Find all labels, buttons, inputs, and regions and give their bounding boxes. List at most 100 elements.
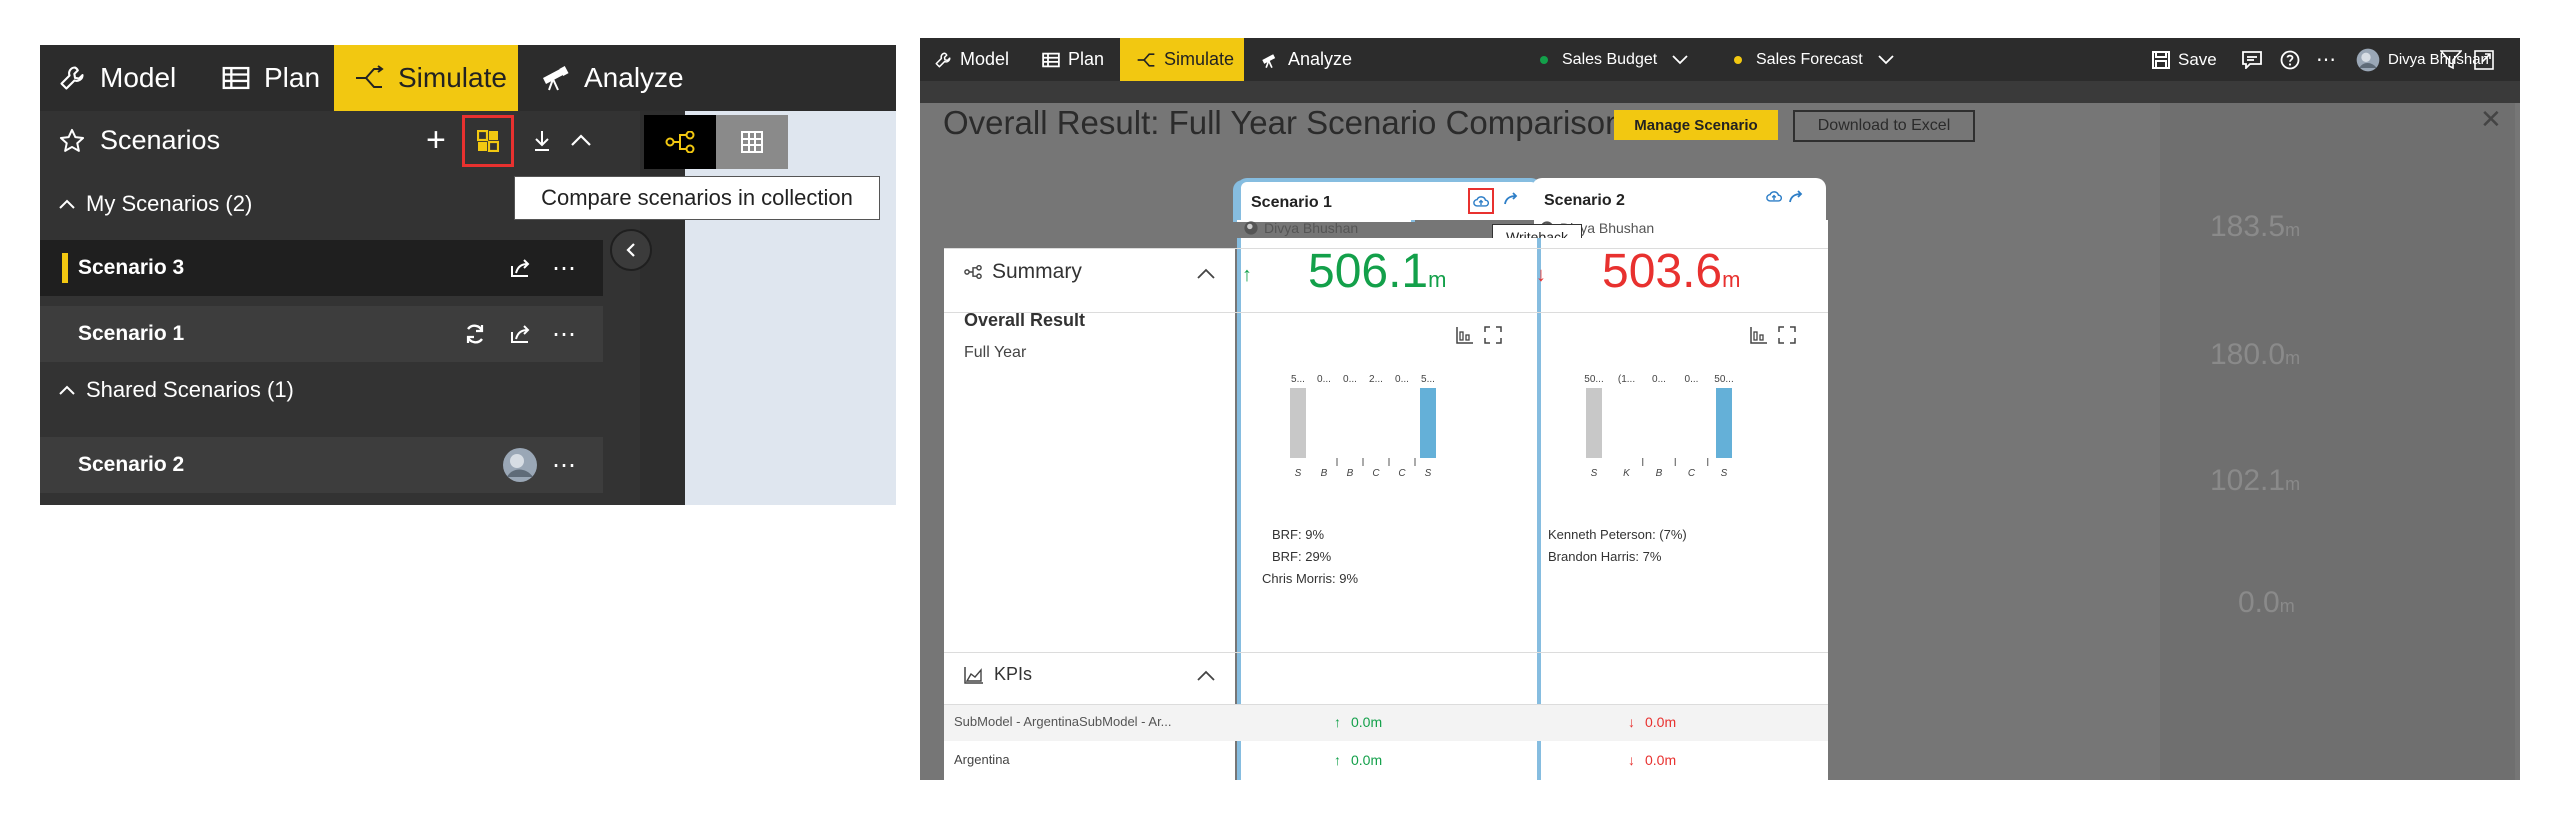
more-icon[interactable]: ⋯	[552, 306, 576, 362]
nav-tab-plan[interactable]: Plan	[1042, 38, 1132, 81]
nav-tab-simulate[interactable]: Simulate	[334, 45, 518, 111]
tick-label: 5...	[1421, 374, 1435, 385]
scenario-1-waterfall-chart: 5... 0... 0... 2... 0... 5... S B B C C S	[1290, 374, 1436, 479]
budget-selector[interactable]: Sales Budget	[1540, 38, 1689, 81]
refresh-icon[interactable]	[464, 306, 486, 362]
expand-icon[interactable]	[2474, 38, 2494, 81]
down-arrow-icon: ↓	[1536, 264, 1546, 286]
download-icon[interactable]	[532, 129, 552, 153]
tick-label: 0...	[1343, 374, 1357, 385]
scenarios-panel: Scenarios + My Scenarios (2) Scenario 3	[40, 111, 640, 505]
chevron-up-icon[interactable]	[1196, 268, 1216, 280]
manage-scenario-button[interactable]: Manage Scenario	[1614, 110, 1778, 140]
collapse-strip	[640, 111, 685, 505]
summary-header[interactable]: Summary	[964, 260, 1082, 284]
comment-icon[interactable]	[2242, 38, 2262, 81]
simulate-icon	[1136, 51, 1156, 69]
share-icon[interactable]	[510, 306, 532, 362]
table-icon	[1042, 52, 1060, 68]
scenario-2-value: 503.6m	[1602, 245, 1741, 298]
filter-icon[interactable]	[2440, 38, 2462, 81]
tick-label: 0...	[1395, 374, 1409, 385]
background-value: 180.0m	[2210, 338, 2301, 371]
chart-type-icon[interactable]	[1456, 326, 1474, 344]
kpi-value: ↓ 0.0m	[1628, 752, 1677, 768]
row-divider	[944, 312, 1828, 313]
expand-icon[interactable]	[1778, 326, 1796, 344]
expand-icon[interactable]	[1484, 326, 1502, 344]
nav-tab-analyze[interactable]: Analyze	[1260, 38, 1370, 81]
wrench-icon	[58, 64, 86, 92]
up-arrow-icon: ↑	[1334, 714, 1341, 730]
collapse-panel-button[interactable]	[610, 229, 652, 271]
cloud-upload-icon	[1473, 195, 1489, 208]
share-arrow-icon[interactable]	[1788, 190, 1804, 204]
start-bar	[1586, 388, 1602, 458]
save-label: Save	[2178, 49, 2217, 69]
download-excel-button[interactable]: Download to Excel	[1793, 110, 1975, 142]
driver-item: Kenneth Peterson: (7%)	[1548, 527, 1687, 542]
compare-tooltip: Compare scenarios in collection	[514, 176, 880, 220]
section-label: My Scenarios (2)	[86, 191, 253, 216]
save-button[interactable]: Save	[2152, 38, 2217, 81]
tick-label: 2...	[1369, 374, 1383, 385]
scenario-label: Scenario 1	[78, 322, 185, 345]
more-icon[interactable]: ⋯	[552, 240, 576, 296]
area-chart-icon	[964, 666, 984, 684]
tick-label: 5...	[1291, 374, 1305, 385]
kpi-value: ↑ 0.0m	[1334, 752, 1383, 768]
chevron-down-icon	[1877, 54, 1895, 66]
tick-label: (1...	[1618, 374, 1635, 385]
forecast-selector[interactable]: Sales Forecast	[1734, 38, 1895, 81]
budget-label: Sales Budget	[1562, 50, 1658, 68]
scenario-row[interactable]: Scenario 3 ⋯	[40, 240, 603, 296]
scenario-name: Scenario 1	[1251, 194, 1332, 211]
cloud-upload-icon[interactable]	[1766, 190, 1782, 203]
chevron-up-icon[interactable]	[1196, 670, 1216, 682]
tick-label: B	[1347, 468, 1354, 479]
more-icon[interactable]: ⋯	[2316, 38, 2336, 81]
writeback-button[interactable]	[1468, 188, 1494, 214]
share-icon[interactable]	[510, 240, 532, 296]
kpis-header[interactable]: KPIs	[964, 664, 1032, 685]
scenario-name: Scenario 2	[1544, 192, 1625, 209]
forecast-label: Sales Forecast	[1756, 50, 1863, 68]
nav-tab-analyze[interactable]: Analyze	[540, 45, 710, 111]
diagram-view-button[interactable]	[644, 115, 716, 169]
chart-type-icon[interactable]	[1750, 326, 1768, 344]
more-icon[interactable]: ⋯	[552, 437, 576, 493]
status-dot	[1540, 55, 1548, 64]
scenario-row[interactable]: Scenario 2 ⋯	[40, 437, 603, 493]
nav-tab-model[interactable]: Model	[934, 38, 1042, 81]
end-bar	[1716, 388, 1732, 458]
share-arrow-icon[interactable]	[1503, 192, 1519, 206]
end-bar	[1420, 388, 1436, 458]
scenario-row[interactable]: Scenario 1 ⋯	[40, 306, 603, 362]
tick-label: B	[1656, 468, 1663, 479]
user-menu[interactable]: Divya Bhushan	[2356, 38, 2489, 81]
kpi-row-label: SubModel - ArgentinaSubModel - Ar...	[954, 714, 1172, 729]
nav-tab-model[interactable]: Model	[58, 45, 228, 111]
scenario-2-waterfall-chart: 50... (1... 0... 0... 50... S K B C S	[1584, 374, 1733, 479]
nav-tab-simulate[interactable]: Simulate	[1120, 38, 1244, 81]
scenarios-title: Scenarios	[100, 125, 221, 155]
start-bar	[1290, 388, 1306, 458]
close-icon[interactable]: ✕	[2480, 104, 2502, 135]
compare-scenarios-button[interactable]	[462, 115, 514, 167]
collapse-icon[interactable]	[570, 133, 592, 147]
tick-label: 0...	[1652, 374, 1666, 385]
down-arrow-icon: ↓	[1628, 714, 1635, 730]
add-icon[interactable]: +	[426, 121, 446, 160]
chevron-up-icon	[58, 384, 76, 396]
my-scenarios-section[interactable]: My Scenarios (2)	[58, 191, 252, 217]
row-divider	[944, 652, 1828, 653]
star-icon	[58, 127, 86, 155]
tick-label: C	[1688, 468, 1696, 479]
grid-view-button[interactable]	[716, 115, 788, 169]
selected-indicator	[62, 253, 68, 283]
shared-scenarios-section[interactable]: Shared Scenarios (1)	[58, 377, 294, 403]
scenario-2-header-box: Scenario 2	[1532, 178, 1826, 220]
kpi-row-label: Argentina	[954, 752, 1010, 767]
nav-tab-label: Model	[960, 49, 1010, 69]
help-icon[interactable]	[2280, 38, 2300, 81]
